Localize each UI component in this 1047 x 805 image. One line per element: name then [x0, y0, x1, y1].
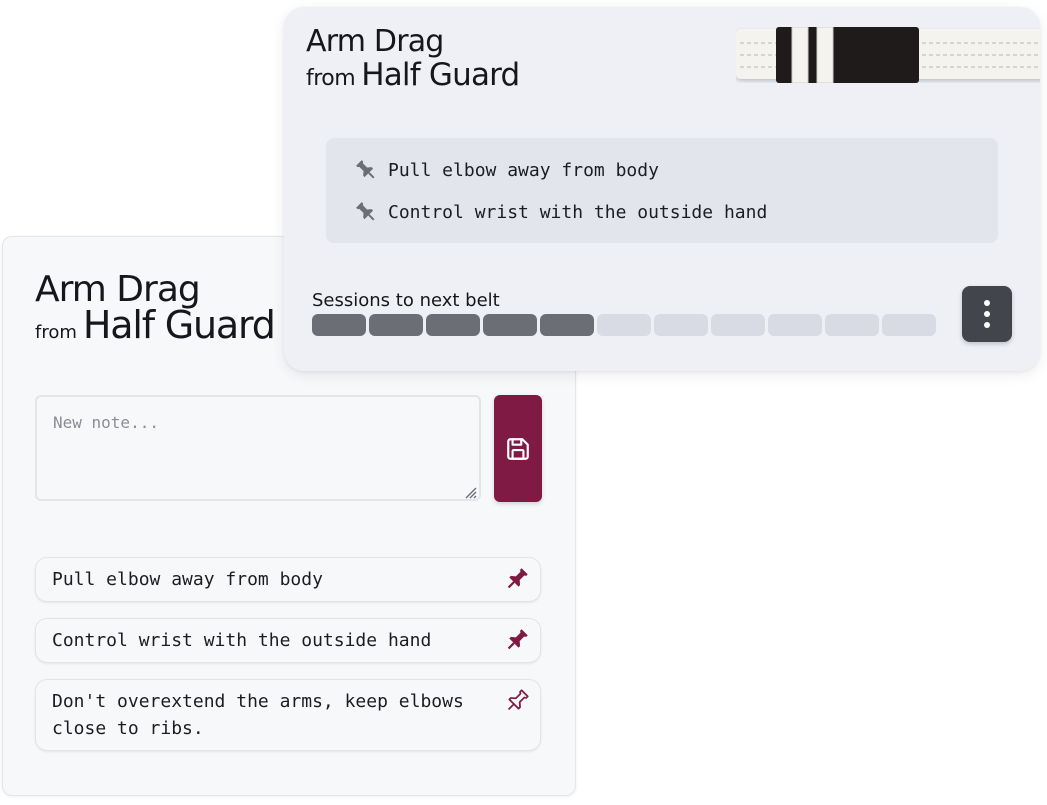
- from-label: from: [35, 322, 77, 343]
- progress-segment-complete: [483, 314, 537, 336]
- note-text: Don't overextend the arms, keep elbows c…: [52, 691, 464, 739]
- pinned-note: Pull elbow away from body: [354, 158, 659, 182]
- session-progress-bar: [312, 314, 936, 336]
- progress-segment-complete: [312, 314, 366, 336]
- pinned-note: Control wrist with the outside hand: [354, 200, 767, 224]
- resize-handle-icon[interactable]: [463, 485, 477, 499]
- pin-icon: [356, 202, 375, 221]
- from-label: from: [306, 66, 356, 91]
- belt-icon: [736, 27, 1040, 83]
- vertical-dots-icon: [984, 311, 990, 317]
- progress-segment-remaining: [768, 314, 822, 336]
- more-options-button[interactable]: [962, 286, 1012, 342]
- pinned-note-text: Pull elbow away from body: [388, 159, 659, 181]
- pinned-notes-box: Pull elbow away from body Control wrist …: [326, 138, 998, 243]
- progress-segment-complete: [426, 314, 480, 336]
- technique-title: Arm Drag from Half Guard: [306, 24, 520, 93]
- note-text: Pull elbow away from body: [52, 569, 323, 590]
- progress-segment-complete: [369, 314, 423, 336]
- technique-position: Half Guard: [361, 57, 520, 93]
- progress-segment-remaining: [825, 314, 879, 336]
- pin-icon: [356, 160, 375, 179]
- note-item[interactable]: Pull elbow away from body: [35, 557, 541, 602]
- pin-filled-icon[interactable]: [504, 566, 530, 592]
- technique-title: Arm Drag from Half Guard: [35, 271, 276, 347]
- note-item[interactable]: Don't overextend the arms, keep elbows c…: [35, 679, 541, 751]
- save-note-button[interactable]: [494, 395, 542, 502]
- new-note-input[interactable]: [35, 395, 481, 501]
- progress-segment-complete: [540, 314, 594, 336]
- pin-outline-icon[interactable]: [504, 688, 530, 714]
- floppy-disk-icon: [507, 437, 529, 460]
- vertical-dots-icon: [984, 322, 990, 328]
- progress-segment-remaining: [597, 314, 651, 336]
- technique-position: Half Guard: [82, 303, 276, 347]
- pin-filled-icon[interactable]: [504, 627, 530, 653]
- note-text: Control wrist with the outside hand: [52, 630, 432, 651]
- progress-label: Sessions to next belt: [312, 290, 500, 311]
- note-item[interactable]: Control wrist with the outside hand: [35, 618, 541, 663]
- vertical-dots-icon: [984, 300, 990, 306]
- technique-summary-card[interactable]: Arm Drag from Half Guard Pull elbow away…: [284, 7, 1040, 371]
- pinned-note-text: Control wrist with the outside hand: [388, 201, 768, 223]
- progress-segment-remaining: [882, 314, 936, 336]
- progress-segment-remaining: [711, 314, 765, 336]
- progress-segment-remaining: [654, 314, 708, 336]
- technique-name: Arm Drag: [306, 24, 444, 59]
